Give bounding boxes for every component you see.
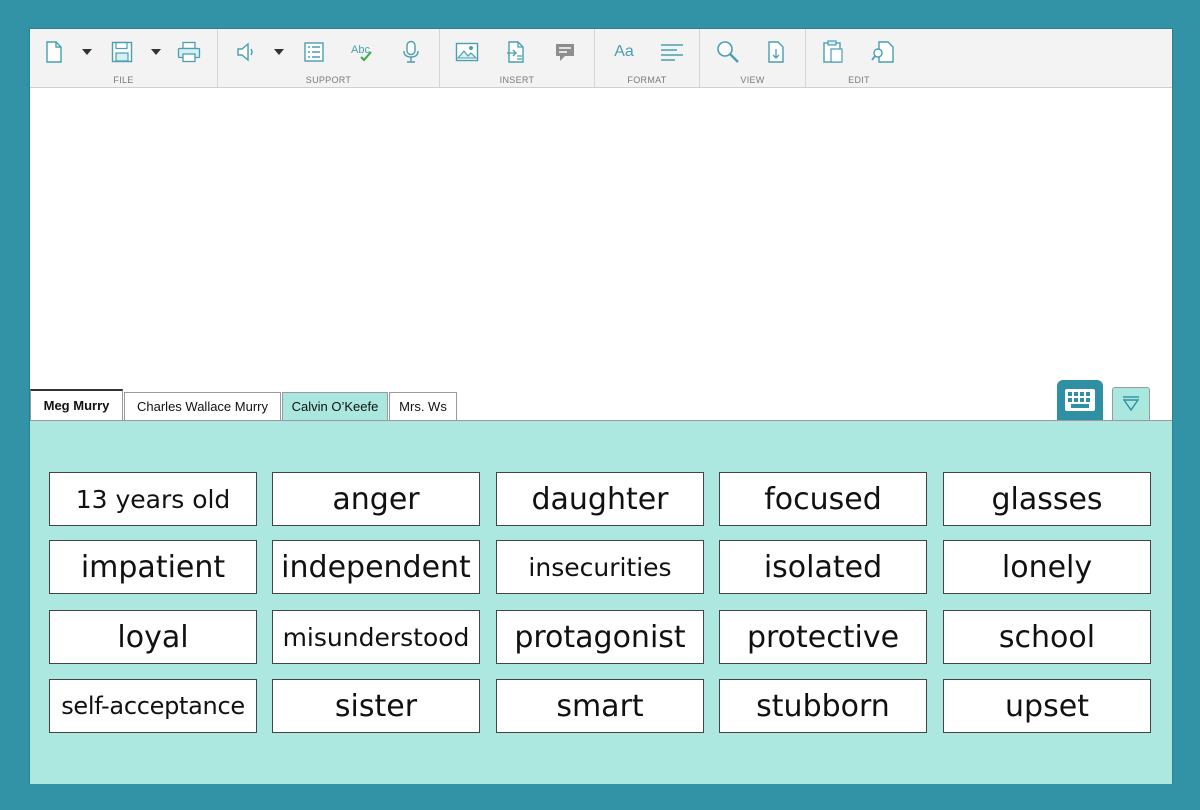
word-tile[interactable]: sister	[272, 679, 480, 733]
word-bank-icon[interactable]	[301, 39, 327, 65]
new-dropdown-chevron-down-icon[interactable]	[81, 43, 93, 61]
document-editor[interactable]	[30, 88, 1172, 388]
spell-check-glyph: Abc	[351, 44, 370, 56]
align-left-icon[interactable]	[659, 39, 685, 65]
keyboard-button[interactable]	[1057, 380, 1103, 420]
comment-icon[interactable]	[552, 39, 578, 65]
word-tile[interactable]: protective	[719, 610, 927, 664]
page-view-icon[interactable]	[763, 39, 789, 65]
word-tile[interactable]: anger	[272, 472, 480, 526]
insert-file-icon[interactable]	[503, 39, 529, 65]
format-group: Aa FORMAT	[595, 29, 700, 87]
save-dropdown-chevron-down-icon[interactable]	[150, 43, 162, 61]
word-tile[interactable]: self-acceptance	[49, 679, 257, 733]
word-tile[interactable]: glasses	[943, 472, 1151, 526]
tab-meg-murry[interactable]: Meg Murry	[30, 389, 123, 420]
word-bank-panel: 13 years old anger daughter focused glasses i…	[30, 420, 1172, 784]
word-tile[interactable]: focused	[719, 472, 927, 526]
insert-group-label: INSERT	[499, 75, 535, 85]
insert-group: INSERT	[440, 29, 595, 87]
ribbon-toolbar: FILE Abc SUPPORT INSERT Aa FORMAT VIEW E…	[30, 29, 1172, 88]
word-tile[interactable]: misunderstood	[272, 610, 480, 664]
tab-calvin-okeefe[interactable]: Calvin O’Keefe	[282, 392, 388, 420]
speech-dropdown-chevron-down-icon[interactable]	[273, 43, 285, 61]
new-document-icon[interactable]	[41, 39, 67, 65]
word-tile[interactable]: loyal	[49, 610, 257, 664]
find-replace-icon[interactable]	[870, 39, 896, 65]
word-tile[interactable]: impatient	[49, 540, 257, 594]
word-tile[interactable]: 13 years old	[49, 472, 257, 526]
word-bank-tabs: Meg Murry Charles Wallace Murry Calvin O…	[30, 388, 1172, 420]
microphone-icon[interactable]	[398, 39, 424, 65]
app-window: FILE Abc SUPPORT INSERT Aa FORMAT VIEW E…	[29, 28, 1173, 784]
support-group: Abc SUPPORT	[218, 29, 440, 87]
word-tile[interactable]: smart	[496, 679, 704, 733]
support-group-label: SUPPORT	[305, 75, 352, 85]
tab-mrs-ws[interactable]: Mrs. Ws	[389, 392, 457, 420]
spell-check-icon[interactable]: Abc	[349, 39, 379, 65]
word-tile[interactable]: stubborn	[719, 679, 927, 733]
insert-image-icon[interactable]	[454, 39, 480, 65]
word-tile[interactable]: isolated	[719, 540, 927, 594]
keyboard-icon	[1065, 389, 1095, 411]
view-group-label: VIEW	[740, 75, 765, 85]
save-icon[interactable]	[109, 39, 135, 65]
word-tile[interactable]: independent	[272, 540, 480, 594]
speaker-icon[interactable]	[233, 39, 259, 65]
word-tile[interactable]: insecurities	[496, 540, 704, 594]
file-group: FILE	[30, 29, 218, 87]
font-icon[interactable]: Aa	[609, 39, 639, 65]
collapse-panel-button[interactable]	[1112, 387, 1150, 420]
word-tile[interactable]: lonely	[943, 540, 1151, 594]
view-group: VIEW	[700, 29, 806, 87]
paste-clipboard-icon[interactable]	[820, 39, 846, 65]
word-tile[interactable]: protagonist	[496, 610, 704, 664]
word-tile[interactable]: school	[943, 610, 1151, 664]
collapse-down-icon	[1122, 396, 1140, 412]
tab-charles-wallace-murry[interactable]: Charles Wallace Murry	[124, 392, 281, 420]
edit-group-label: EDIT	[848, 75, 870, 85]
print-icon[interactable]	[176, 39, 202, 65]
file-group-label: FILE	[113, 75, 134, 85]
edit-group: EDIT	[806, 29, 912, 87]
word-tile[interactable]: upset	[943, 679, 1151, 733]
format-group-label: FORMAT	[627, 75, 667, 85]
word-tile[interactable]: daughter	[496, 472, 704, 526]
zoom-magnifier-icon[interactable]	[715, 39, 741, 65]
font-glyph: Aa	[614, 43, 634, 60]
